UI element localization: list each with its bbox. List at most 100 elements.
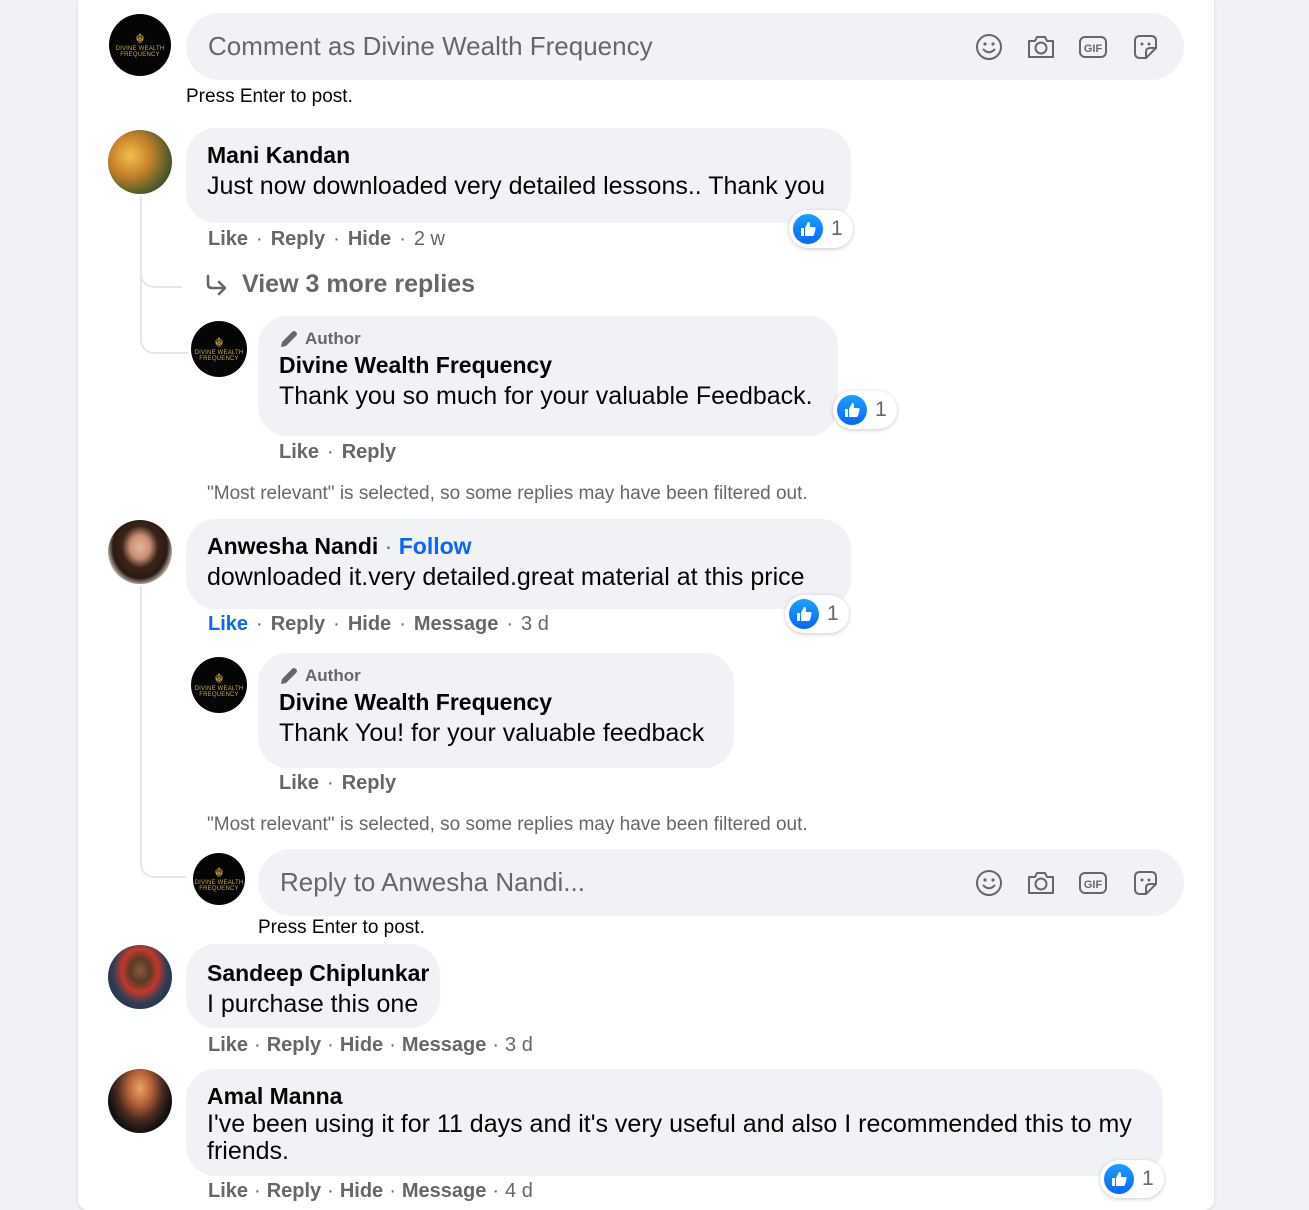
camera-icon[interactable] xyxy=(1024,30,1058,64)
comment-author[interactable]: Anwesha Nandi xyxy=(207,533,378,559)
comment-author-row: Anwesha Nandi · Follow xyxy=(207,533,472,559)
message-button[interactable]: Message xyxy=(402,1034,487,1057)
logo-text: DIVINE WEALTH FREQUENCY xyxy=(115,46,165,58)
comment-author[interactable]: Sandeep Chiplunkar xyxy=(207,958,429,988)
follow-button[interactable]: Follow xyxy=(399,533,472,559)
comment-time[interactable]: 4 d xyxy=(505,1180,533,1203)
reaction-number: 1 xyxy=(1142,1167,1154,1190)
hide-button[interactable]: Hide xyxy=(348,613,391,636)
pencil-icon xyxy=(281,331,297,347)
reply-bubble: Author Divine Wealth Frequency Thank you… xyxy=(258,316,838,436)
reply-button[interactable]: Reply xyxy=(267,1180,321,1203)
reaction-number: 1 xyxy=(831,217,843,240)
reply-author[interactable]: Divine Wealth Frequency xyxy=(279,687,713,717)
reply-button[interactable]: Reply xyxy=(342,441,396,464)
reply-text: Thank You! for your valuable feedback xyxy=(279,719,705,747)
reaction-number: 1 xyxy=(827,602,839,625)
author-badge: Author xyxy=(279,665,713,687)
reply-button[interactable]: Reply xyxy=(271,228,325,251)
thread-connector xyxy=(140,282,188,354)
reply-button[interactable]: Reply xyxy=(342,772,396,795)
like-reaction-icon xyxy=(1104,1164,1134,1194)
like-button[interactable]: Like xyxy=(208,613,248,636)
reply-actions: Like · Reply xyxy=(279,441,397,464)
reply-actions: Like · Reply xyxy=(279,772,397,795)
emoji-icon[interactable] xyxy=(972,30,1006,64)
logo-mark-icon: ☬ xyxy=(214,865,224,880)
page-avatar[interactable]: ☬ DIVINE WEALTH FREQUENCY xyxy=(191,657,247,713)
comment-author[interactable]: Amal Manna xyxy=(207,1081,1142,1111)
comment-time[interactable]: 2 w xyxy=(414,228,445,251)
like-button[interactable]: Like xyxy=(208,1180,248,1203)
comment-text: Just now downloaded very detailed lesson… xyxy=(207,172,825,200)
reply-button[interactable]: Reply xyxy=(267,1034,321,1057)
message-button[interactable]: Message xyxy=(402,1180,487,1203)
sticker-icon[interactable] xyxy=(1128,30,1162,64)
like-reaction-icon xyxy=(789,599,819,629)
logo-text: DIVINE WEALTH FREQUENCY xyxy=(194,880,244,892)
like-button[interactable]: Like xyxy=(208,228,248,251)
message-button[interactable]: Message xyxy=(414,613,499,636)
avatar-sandeep-chiplunkar[interactable] xyxy=(108,945,172,1009)
logo-mark-icon: ☬ xyxy=(214,671,224,686)
hide-button[interactable]: Hide xyxy=(340,1034,383,1057)
thread-line xyxy=(140,586,142,856)
comment-time[interactable]: 3 d xyxy=(521,613,549,636)
comment-time[interactable]: 3 d xyxy=(505,1034,533,1057)
emoji-icon[interactable] xyxy=(972,866,1006,900)
reply-button[interactable]: Reply xyxy=(271,613,325,636)
reaction-count[interactable]: 1 xyxy=(789,210,853,248)
press-enter-hint: Press Enter to post. xyxy=(186,86,353,107)
comment-bubble: Anwesha Nandi · Follow downloaded it.ver… xyxy=(186,519,851,609)
author-badge: Author xyxy=(279,328,817,350)
pencil-icon xyxy=(281,668,297,684)
page-avatar[interactable]: ☬ DIVINE WEALTH FREQUENCY xyxy=(109,14,171,76)
svg-text:GIF: GIF xyxy=(1084,879,1103,891)
avatar-amal-manna[interactable] xyxy=(108,1069,172,1133)
comment-input-placeholder: Comment as Divine Wealth Frequency xyxy=(208,31,653,61)
press-enter-hint: Press Enter to post. xyxy=(258,917,425,938)
hide-button[interactable]: Hide xyxy=(340,1180,383,1203)
comment-text: I've been using it for 11 days and it's … xyxy=(207,1110,1132,1165)
gif-icon[interactable]: GIF xyxy=(1076,30,1110,64)
comment-input[interactable]: Comment as Divine Wealth Frequency GIF xyxy=(186,13,1184,80)
filtered-note: "Most relevant" is selected, so some rep… xyxy=(207,814,808,835)
gif-icon[interactable]: GIF xyxy=(1076,866,1110,900)
view-more-replies[interactable]: View 3 more replies xyxy=(204,270,475,299)
comment-bubble: Amal Manna I've been using it for 11 day… xyxy=(186,1069,1163,1176)
svg-text:GIF: GIF xyxy=(1084,43,1103,55)
comment-actions: Like · Reply · Hide · Message · 3 d xyxy=(208,1034,533,1057)
reaction-count[interactable]: 1 xyxy=(1100,1160,1164,1198)
hide-button[interactable]: Hide xyxy=(348,228,391,251)
sticker-icon[interactable] xyxy=(1128,866,1162,900)
page-avatar[interactable]: ☬ DIVINE WEALTH FREQUENCY xyxy=(191,321,247,377)
page-avatar[interactable]: ☬ DIVINE WEALTH FREQUENCY xyxy=(193,853,245,905)
thread-connector xyxy=(140,846,186,878)
camera-icon[interactable] xyxy=(1024,866,1058,900)
avatar-anwesha-nandi[interactable] xyxy=(108,520,172,584)
like-button[interactable]: Like xyxy=(208,1034,248,1057)
reply-text: Thank you so much for your valuable Feed… xyxy=(279,382,813,410)
comment-text: downloaded it.very detailed.great materi… xyxy=(207,563,805,591)
comment-bubble: Sandeep Chiplunkar I purchase this one xyxy=(186,944,440,1028)
like-button[interactable]: Like xyxy=(279,441,319,464)
like-button[interactable]: Like xyxy=(279,772,319,795)
reaction-count[interactable]: 1 xyxy=(785,595,849,633)
reply-arrow-icon xyxy=(206,274,227,295)
reply-author[interactable]: Divine Wealth Frequency xyxy=(279,350,817,380)
reply-bubble: Author Divine Wealth Frequency Thank You… xyxy=(258,653,734,768)
comment-actions: Like · Reply · Hide · Message · 3 d xyxy=(208,613,549,636)
like-reaction-icon xyxy=(793,214,823,244)
reaction-count[interactable]: 1 xyxy=(833,391,897,429)
comment-author[interactable]: Mani Kandan xyxy=(207,140,830,170)
view-more-label: View 3 more replies xyxy=(242,270,475,298)
avatar-mani-kandan[interactable] xyxy=(108,130,172,194)
reply-input[interactable]: Reply to Anwesha Nandi... GIF xyxy=(258,849,1184,916)
logo-mark-icon: ☬ xyxy=(214,335,224,350)
comment-bubble: Mani Kandan Just now downloaded very det… xyxy=(186,128,851,223)
comment-text: I purchase this one xyxy=(207,990,419,1018)
comment-actions: Like · Reply · Hide · 2 w xyxy=(208,228,445,251)
like-reaction-icon xyxy=(837,395,867,425)
reply-input-placeholder: Reply to Anwesha Nandi... xyxy=(280,867,585,897)
logo-text: DIVINE WEALTH FREQUENCY xyxy=(194,686,244,698)
